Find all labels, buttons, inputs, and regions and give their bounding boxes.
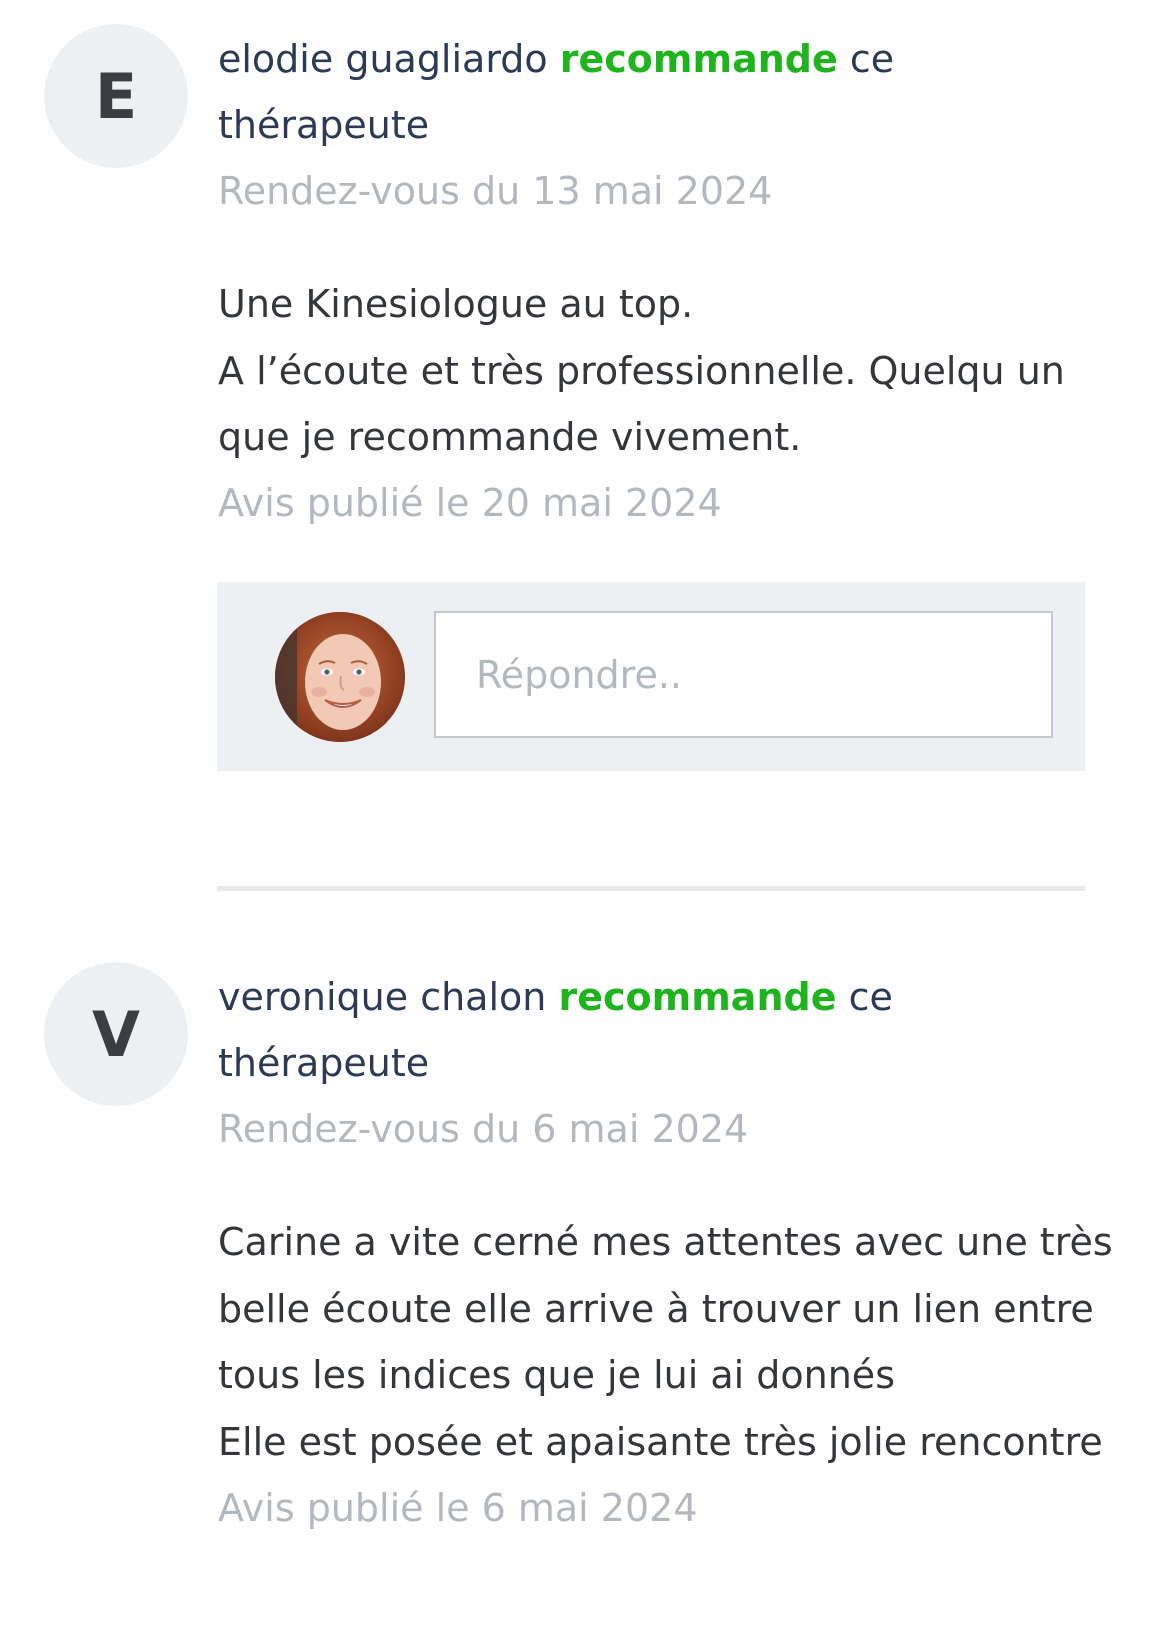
therapist-photo-icon bbox=[275, 612, 405, 742]
review-text-line: Carine a vite cerné mes attentes avec un… bbox=[218, 1220, 1113, 1264]
author-initial-avatar: E bbox=[44, 24, 188, 168]
reply-input[interactable] bbox=[434, 611, 1053, 738]
review-text-line: belle écoute elle arrive à trouver un li… bbox=[218, 1286, 1094, 1331]
recommend-label: recommande bbox=[559, 37, 838, 81]
review-text-line: que je recommande vivement. bbox=[218, 415, 802, 459]
author-initial-avatar: V bbox=[44, 962, 188, 1106]
review-text: Une Kinesiologue au top. A l’écoute et t… bbox=[218, 271, 1118, 471]
appointment-date: Rendez-vous du 13 mai 2024 bbox=[218, 169, 773, 213]
author-initial: E bbox=[94, 59, 138, 133]
reply-panel bbox=[217, 582, 1085, 771]
review-text: Carine a vite cerné mes attentes avec un… bbox=[218, 1209, 1118, 1475]
review-text-line: A l’écoute et très professionnelle. Quel… bbox=[218, 348, 1065, 393]
therapist-avatar-icon bbox=[275, 612, 405, 742]
review-header: elodie guagliardo recommande ce thérapeu… bbox=[218, 26, 918, 158]
recommend-suffix-line2: thérapeute bbox=[218, 103, 430, 147]
review-text-line: tous les indices que je lui ai donnés bbox=[218, 1353, 895, 1397]
recommend-suffix-line2: thérapeute bbox=[218, 1041, 430, 1085]
published-date: Avis publié le 6 mai 2024 bbox=[218, 1486, 698, 1530]
review-header: veronique chalon recommande ce thérapeut… bbox=[218, 964, 918, 1096]
recommend-suffix: ce bbox=[849, 37, 895, 81]
appointment-date: Rendez-vous du 6 mai 2024 bbox=[218, 1107, 749, 1151]
review-text-line: Elle est posée et apaisante très jolie r… bbox=[218, 1419, 1103, 1464]
review-divider bbox=[217, 886, 1085, 891]
author-name[interactable]: veronique chalon bbox=[218, 975, 546, 1019]
recommend-label: recommande bbox=[558, 975, 837, 1019]
published-date: Avis publié le 20 mai 2024 bbox=[218, 481, 722, 525]
review-text-line: Une Kinesiologue au top. bbox=[218, 282, 694, 326]
recommend-suffix: ce bbox=[848, 975, 893, 1019]
author-initial: V bbox=[92, 997, 140, 1071]
author-name[interactable]: elodie guagliardo bbox=[218, 37, 548, 81]
